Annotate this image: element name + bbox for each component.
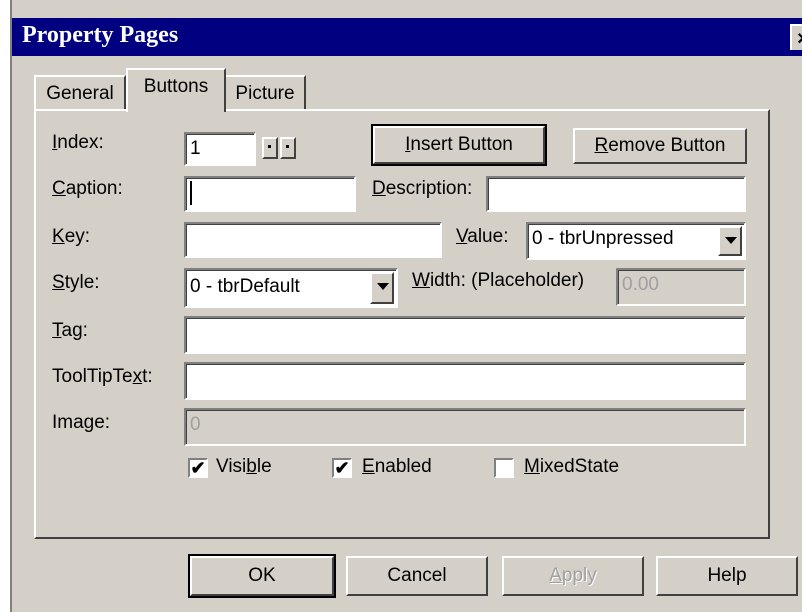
remove-button[interactable]: Remove Button [573,128,747,164]
title-bar[interactable]: Property Pages × [12,18,802,56]
index-label: Index: [52,132,104,153]
apply-button[interactable]: Apply [502,556,644,596]
window-left-border [10,0,12,612]
value-dropdown[interactable]: 0 - tbrUnpressed [526,222,746,260]
index-spin-down[interactable] [262,137,278,159]
enabled-checkbox[interactable]: ✔ [332,458,352,478]
tab-picture-label: Picture [235,83,295,104]
value-selected: 0 - tbrUnpressed [532,228,674,249]
index-value: 1 [190,138,201,159]
tag-field[interactable] [184,316,746,354]
tab-buttons-label: Buttons [143,76,209,97]
window-left-edge [0,0,10,612]
tab-general-label: General [46,83,114,104]
description-label: Description: [372,178,473,199]
style-label: Style: [52,272,100,293]
window-title: Property Pages [22,22,179,48]
width-label: Width: (Placeholder) [412,270,585,291]
tab-buttons[interactable]: Buttons [126,68,226,112]
caption-label: Caption: [52,178,123,199]
close-button[interactable]: × [790,24,802,50]
property-pages-window: Property Pages × General Buttons Picture… [0,0,802,612]
help-button[interactable]: Help [656,556,798,596]
chevron-down-icon[interactable] [718,226,742,256]
index-spin-up[interactable] [280,137,296,159]
tab-general[interactable]: General [34,75,126,111]
value-label: Value: [456,226,509,247]
image-label: Image: [52,412,111,433]
width-field: 0.00 [616,268,746,306]
tooltiptext-label: ToolTipText: [52,366,153,387]
text-caret [190,180,192,205]
key-label: Key: [52,226,91,247]
insert-button[interactable]: Insert Button [371,124,547,166]
visible-label[interactable]: Visible [216,456,272,478]
ok-button[interactable]: OK [188,554,336,598]
index-field[interactable]: 1 [184,132,256,166]
close-icon: × [797,28,802,50]
image-field: 0 [184,408,746,446]
mixedstate-checkbox[interactable] [494,458,514,478]
caption-field[interactable] [184,176,356,212]
tag-label: Tag: [52,320,88,341]
chevron-down-icon[interactable] [370,272,394,304]
description-field[interactable] [486,176,746,212]
style-dropdown[interactable]: 0 - tbrDefault [184,268,398,308]
tooltiptext-field[interactable] [184,362,746,400]
enabled-label[interactable]: Enabled [362,456,432,478]
visible-checkbox[interactable]: ✔ [188,458,208,478]
mixedstate-label[interactable]: MixedState [524,456,619,478]
tab-picture[interactable]: Picture [224,75,306,111]
key-field[interactable] [184,222,442,258]
cancel-button[interactable]: Cancel [346,556,488,596]
style-selected: 0 - tbrDefault [190,276,300,297]
